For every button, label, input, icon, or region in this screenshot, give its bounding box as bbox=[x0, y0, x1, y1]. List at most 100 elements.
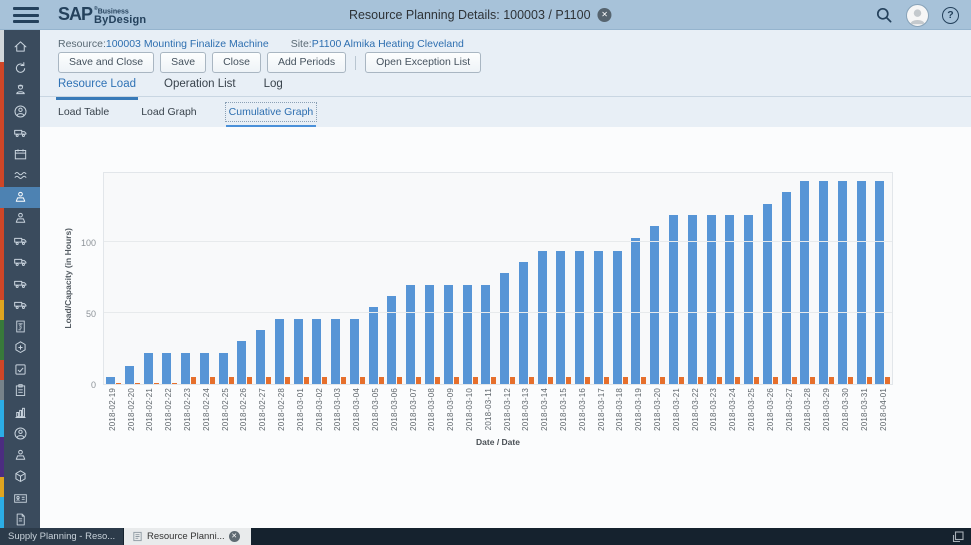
task-check-icon bbox=[13, 362, 28, 377]
sidebar-item-user-circle-3[interactable] bbox=[0, 101, 40, 123]
resource-icon bbox=[13, 448, 28, 463]
bar-orange bbox=[735, 377, 740, 384]
x-tick-label: 2018-03-30 bbox=[836, 388, 855, 438]
x-tick-label: 2018-03-19 bbox=[629, 388, 648, 438]
bar-orange bbox=[416, 377, 421, 384]
x-tick-label: 2018-03-06 bbox=[385, 388, 404, 438]
subtab-load-graph[interactable]: Load Graph bbox=[141, 106, 196, 118]
bar-blue bbox=[556, 251, 565, 384]
detail-header-area: Resource:100003 Mounting Finalize Machin… bbox=[40, 30, 971, 127]
bar-group bbox=[517, 173, 536, 384]
bar-group bbox=[160, 173, 179, 384]
tab-log[interactable]: Log bbox=[264, 78, 283, 96]
bar-orange bbox=[548, 377, 553, 384]
bar-blue bbox=[575, 251, 584, 384]
tab-resource-load[interactable]: Resource Load bbox=[58, 78, 136, 96]
bar-blue bbox=[819, 181, 828, 384]
tab-operation-list[interactable]: Operation List bbox=[164, 78, 236, 96]
search-icon[interactable] bbox=[875, 6, 893, 24]
sidebar-item-box-add-14[interactable] bbox=[0, 337, 40, 359]
bar-blue bbox=[782, 192, 791, 384]
bar-orange bbox=[454, 377, 459, 384]
bar-blue bbox=[650, 226, 659, 384]
save-and-close-button[interactable]: Save and Close bbox=[58, 52, 154, 73]
subtab-cumulative-graph[interactable]: Cumulative Graph bbox=[229, 106, 314, 118]
x-tick-label: 2018-02-25 bbox=[216, 388, 235, 438]
x-tick-label: 2018-03-16 bbox=[573, 388, 592, 438]
clipboard-icon bbox=[13, 383, 28, 398]
taskbar-tab-resource-planning[interactable]: Resource Planni... ✕ bbox=[124, 528, 251, 545]
bar-orange bbox=[322, 377, 327, 384]
resource-label: Resource: bbox=[58, 38, 106, 50]
bar-orange bbox=[754, 377, 759, 384]
sidebar-item-truck-10[interactable] bbox=[0, 251, 40, 273]
taskbar-tab-close-icon[interactable]: ✕ bbox=[229, 531, 240, 542]
sidebar-item-resource-19[interactable] bbox=[0, 445, 40, 467]
open-exception-list-button[interactable]: Open Exception List bbox=[365, 52, 481, 73]
truck-icon bbox=[13, 125, 28, 140]
bar-orange bbox=[191, 377, 196, 384]
sidebar-item-worker-2[interactable] bbox=[0, 79, 40, 101]
site-label: Site: bbox=[291, 38, 312, 50]
sidebar-item-box-20[interactable] bbox=[0, 466, 40, 488]
bar-group bbox=[798, 173, 817, 384]
window-title-area: Resource Planning Details: 100003 / P110… bbox=[349, 0, 612, 30]
bar-orange bbox=[473, 377, 478, 384]
x-tick-label: 2018-03-12 bbox=[498, 388, 517, 438]
x-tick-label: 2018-03-25 bbox=[742, 388, 761, 438]
sidebar-item-resource-7[interactable] bbox=[0, 187, 40, 209]
bar-blue bbox=[481, 285, 490, 384]
resource-link[interactable]: 100003 Mounting Finalize Machine bbox=[106, 38, 269, 50]
sidebar-item-calendar-5[interactable] bbox=[0, 144, 40, 166]
bar-blue bbox=[106, 377, 115, 384]
sidebar-item-truck-4[interactable] bbox=[0, 122, 40, 144]
user-avatar[interactable] bbox=[906, 4, 929, 27]
truck-icon bbox=[13, 254, 28, 269]
bar-orange bbox=[679, 377, 684, 384]
sidebar-item-id-card-21[interactable] bbox=[0, 488, 40, 510]
bar-orange bbox=[604, 377, 609, 384]
x-tick-label: 2018-02-20 bbox=[122, 388, 141, 438]
bar-blue bbox=[125, 366, 134, 384]
x-tick-label: 2018-03-10 bbox=[460, 388, 479, 438]
bar-blue bbox=[181, 353, 190, 384]
sidebar-nav bbox=[0, 36, 40, 531]
sidebar-item-invoice-13[interactable] bbox=[0, 316, 40, 338]
sidebar-item-truck-12[interactable] bbox=[0, 294, 40, 316]
bar-group bbox=[686, 173, 705, 384]
sidebar-item-undo-1[interactable] bbox=[0, 58, 40, 80]
sap-logo: SAP ®Business ByDesign bbox=[58, 3, 146, 25]
add-periods-button[interactable]: Add Periods bbox=[267, 52, 346, 73]
save-button[interactable]: Save bbox=[160, 52, 206, 73]
sidebar-item-chart-17[interactable] bbox=[0, 402, 40, 424]
sidebar-item-truck-9[interactable] bbox=[0, 230, 40, 252]
bar-blue bbox=[838, 181, 847, 384]
bar-group bbox=[273, 173, 292, 384]
sidebar-item-clipboard-16[interactable] bbox=[0, 380, 40, 402]
sidebar-item-home-0[interactable] bbox=[0, 36, 40, 58]
bar-blue bbox=[350, 319, 359, 384]
sidebar-item-user-circle-18[interactable] bbox=[0, 423, 40, 445]
sidebar-item-waves-6[interactable] bbox=[0, 165, 40, 187]
sidebar-item-task-check-15[interactable] bbox=[0, 359, 40, 381]
bar-blue bbox=[631, 238, 640, 384]
subtab-load-table[interactable]: Load Table bbox=[58, 106, 109, 118]
x-tick-label: 2018-02-27 bbox=[253, 388, 272, 438]
help-icon[interactable]: ? bbox=[942, 7, 959, 24]
id-card-icon bbox=[13, 491, 28, 506]
sidebar-item-truck-11[interactable] bbox=[0, 273, 40, 295]
site-link[interactable]: P1100 Almika Heating Cleveland bbox=[312, 38, 464, 50]
sidebar-item-resource-8[interactable] bbox=[0, 208, 40, 230]
bar-group bbox=[554, 173, 573, 384]
bar-orange bbox=[623, 377, 628, 384]
bar-orange bbox=[172, 383, 177, 384]
close-window-icon[interactable]: ✕ bbox=[598, 8, 612, 22]
close-button[interactable]: Close bbox=[212, 52, 261, 73]
bar-blue bbox=[594, 251, 603, 384]
taskbar-tab-supply-planning[interactable]: Supply Planning - Reso... bbox=[0, 528, 124, 545]
bar-orange bbox=[135, 383, 140, 384]
bar-group bbox=[705, 173, 724, 384]
user-circle-icon bbox=[13, 426, 28, 441]
restore-windows-icon[interactable] bbox=[951, 530, 965, 544]
menu-icon[interactable] bbox=[13, 7, 39, 23]
